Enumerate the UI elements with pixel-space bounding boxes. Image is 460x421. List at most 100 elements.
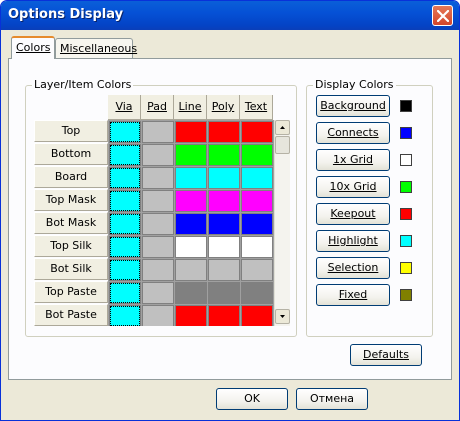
column-header-pad[interactable]: Pad	[141, 95, 174, 120]
color-cell-top-via[interactable]	[109, 121, 141, 143]
color-cell-bottom-poly[interactable]	[208, 144, 240, 166]
cancel-button-label: Отмена	[309, 392, 355, 405]
color-cell-bot-mask-pad[interactable]	[142, 213, 174, 235]
10x-grid-color-swatch	[400, 181, 412, 193]
1x-grid-color-button-label: 1x Grid	[332, 153, 374, 166]
color-cell-bot-paste-pad[interactable]	[142, 305, 174, 326]
title-bar[interactable]: Options Display	[1, 1, 459, 30]
color-cell-bot-silk-pad[interactable]	[142, 259, 174, 281]
row-header-top-paste[interactable]: Top Paste	[34, 281, 108, 303]
arrow-down-icon	[280, 315, 285, 318]
close-button[interactable]	[432, 5, 453, 26]
color-cell-top-mask-via[interactable]	[109, 190, 141, 212]
color-cell-bot-mask-text[interactable]	[241, 213, 273, 235]
row-header-bottom[interactable]: Bottom	[34, 143, 108, 165]
scroll-down-button[interactable]	[275, 309, 290, 324]
highlight-color-button[interactable]: Highlight	[316, 230, 390, 252]
fixed-color-button[interactable]: Fixed	[316, 284, 390, 306]
color-cell-top-line[interactable]	[175, 121, 207, 143]
column-header-label: Line	[178, 100, 202, 113]
1x-grid-color-button[interactable]: 1x Grid	[316, 149, 390, 171]
window-title: Options Display	[8, 7, 124, 22]
color-cell-top-mask-pad[interactable]	[142, 190, 174, 212]
cancel-button[interactable]: Отмена	[296, 388, 368, 410]
10x-grid-color-button-label: 10x Grid	[329, 180, 377, 193]
color-cell-top-mask-poly[interactable]	[208, 190, 240, 212]
color-cell-bot-silk-text[interactable]	[241, 259, 273, 281]
tab-colors[interactable]: Colors	[11, 36, 55, 59]
background-color-button[interactable]: Background	[316, 95, 390, 117]
color-cell-bot-silk-line[interactable]	[175, 259, 207, 281]
color-cell-top-pad[interactable]	[142, 121, 174, 143]
keepout-color-button[interactable]: Keepout	[316, 203, 390, 225]
column-header-text[interactable]: Text	[240, 95, 273, 120]
color-cell-board-via[interactable]	[109, 167, 141, 189]
column-header-line[interactable]: Line	[174, 95, 207, 120]
grid-vertical-scrollbar[interactable]	[274, 120, 290, 326]
row-header-top[interactable]: Top	[34, 120, 108, 142]
color-cell-top-paste-text[interactable]	[241, 282, 273, 304]
row-header-bot-mask[interactable]: Bot Mask	[34, 212, 108, 234]
column-header-label: Text	[244, 100, 268, 113]
10x-grid-color-button[interactable]: 10x Grid	[316, 176, 390, 198]
row-header-bot-silk[interactable]: Bot Silk	[34, 258, 108, 280]
color-cell-top-text[interactable]	[241, 121, 273, 143]
row-header-board[interactable]: Board	[34, 166, 108, 188]
color-cell-bot-paste-text[interactable]	[241, 305, 273, 326]
color-cell-board-line[interactable]	[175, 167, 207, 189]
selection-color-button[interactable]: Selection	[316, 257, 390, 279]
color-cell-bottom-pad[interactable]	[142, 144, 174, 166]
color-cell-bot-silk-poly[interactable]	[208, 259, 240, 281]
color-cell-bot-paste-poly[interactable]	[208, 305, 240, 326]
column-header-via[interactable]: Via	[108, 95, 141, 120]
color-cell-top-paste-via[interactable]	[109, 282, 141, 304]
background-color-swatch	[400, 100, 412, 112]
color-cell-top-paste-pad[interactable]	[142, 282, 174, 304]
color-cell-top-silk-text[interactable]	[241, 236, 273, 258]
color-cell-board-text[interactable]	[241, 167, 273, 189]
tab-miscellaneous[interactable]: Miscellaneous	[55, 38, 137, 58]
color-cell-bot-silk-via[interactable]	[109, 259, 141, 281]
connects-color-button[interactable]: Connects	[316, 122, 390, 144]
color-cell-bottom-text[interactable]	[241, 144, 273, 166]
color-cell-board-pad[interactable]	[142, 167, 174, 189]
defaults-button[interactable]: Defaults	[350, 344, 422, 366]
color-cell-top-silk-pad[interactable]	[142, 236, 174, 258]
highlight-color-swatch	[400, 235, 412, 247]
color-cell-top-silk-poly[interactable]	[208, 236, 240, 258]
color-cell-bottom-line[interactable]	[175, 144, 207, 166]
scroll-up-button[interactable]	[275, 120, 290, 135]
scroll-thumb[interactable]	[275, 136, 290, 154]
row-header-top-mask[interactable]: Top Mask	[34, 189, 108, 211]
connects-color-swatch	[400, 127, 412, 139]
column-header-label: Via	[115, 100, 133, 113]
tab-miscellaneous-label: Miscellaneous	[60, 42, 138, 55]
color-cell-bot-mask-poly[interactable]	[208, 213, 240, 235]
color-cell-top-mask-line[interactable]	[175, 190, 207, 212]
layer-color-grid[interactable]	[108, 120, 274, 326]
column-header-label: Poly	[211, 100, 235, 113]
keepout-color-swatch	[400, 208, 412, 220]
highlight-color-button-label: Highlight	[328, 234, 378, 247]
row-header-bot-paste[interactable]: Bot Paste	[34, 304, 108, 326]
defaults-button-label: Defaults	[363, 348, 409, 361]
close-icon	[437, 10, 449, 22]
color-cell-bottom-via[interactable]	[109, 144, 141, 166]
1x-grid-color-swatch	[400, 154, 412, 166]
column-header-poly[interactable]: Poly	[207, 95, 240, 120]
row-header-top-silk[interactable]: Top Silk	[34, 235, 108, 257]
color-cell-top-paste-poly[interactable]	[208, 282, 240, 304]
color-cell-top-poly[interactable]	[208, 121, 240, 143]
color-cell-bot-mask-line[interactable]	[175, 213, 207, 235]
color-cell-bot-paste-line[interactable]	[175, 305, 207, 326]
color-cell-bot-mask-via[interactable]	[109, 213, 141, 235]
selection-color-swatch	[400, 262, 412, 274]
color-cell-bot-paste-via[interactable]	[109, 305, 141, 326]
color-cell-board-poly[interactable]	[208, 167, 240, 189]
color-cell-top-silk-line[interactable]	[175, 236, 207, 258]
ok-button[interactable]: OK	[216, 388, 288, 410]
color-cell-top-silk-via[interactable]	[109, 236, 141, 258]
color-cell-top-mask-text[interactable]	[241, 190, 273, 212]
color-cell-top-paste-line[interactable]	[175, 282, 207, 304]
background-color-button-label: Background	[320, 99, 386, 112]
